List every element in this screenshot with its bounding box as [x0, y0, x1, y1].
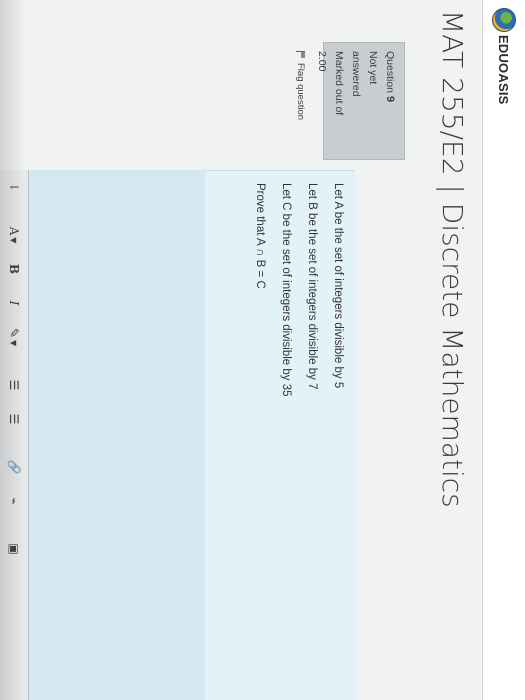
top-header-bar: EDUOASIS [482, 0, 525, 700]
bullet-list-icon: ☰ [7, 379, 21, 391]
editor-toolbar: ⇂ A ▼ B I ✎ ▼ ☰ ☰ 🔗 ⌁ ▣ [0, 170, 29, 700]
pen-icon: ✎ [7, 327, 21, 338]
answer-text-area[interactable] [29, 170, 205, 700]
toolbar-toggle-icon: ⇂ [7, 181, 21, 193]
bold-button[interactable]: B [3, 258, 25, 280]
chevron-down-icon: ▼ [9, 339, 19, 347]
image-button[interactable]: ▣ [3, 538, 25, 560]
question-line: Let A be the set of integers divisible b… [332, 183, 344, 389]
image-icon: ▣ [7, 543, 21, 555]
brand-logo[interactable]: EDUOASIS [492, 8, 516, 105]
marks-value: 2.00 [316, 51, 328, 72]
question-line: Let B be the set of integers divisible b… [306, 183, 318, 390]
status-line-2: answered [350, 51, 362, 97]
flag-question-link[interactable]: Flag question [292, 51, 309, 151]
italic-button[interactable]: I [3, 292, 25, 314]
marked-out-of-label: Marked out of [333, 51, 345, 116]
italic-icon: I [7, 300, 21, 306]
flag-icon [296, 51, 305, 59]
unlink-icon: ⌁ [7, 497, 21, 505]
link-icon: 🔗 [7, 459, 21, 475]
unordered-list-button[interactable]: ☰ [3, 374, 25, 396]
ordered-list-button[interactable]: ☰ [3, 408, 25, 430]
question-info-box: Question 9 Not yet answered Marked out o… [295, 42, 405, 160]
font-style-icon: A [7, 226, 21, 236]
bold-icon: B [7, 263, 21, 275]
page-title: MAT 255/E2 | Discrete Mathematics [436, 10, 469, 508]
question-label: Question [384, 51, 396, 94]
chevron-down-icon: ▼ [9, 237, 19, 244]
answer-editor: ⇂ A ▼ B I ✎ ▼ ☰ ☰ 🔗 ⌁ ▣ [0, 170, 205, 700]
eduoasis-logo-icon [492, 8, 516, 32]
logo-text: EDUOASIS [496, 35, 512, 105]
toolbar-toggle-button[interactable]: ⇂ [3, 176, 25, 198]
highlight-button[interactable]: ✎ ▼ [3, 326, 25, 348]
link-button[interactable]: 🔗 [3, 456, 25, 478]
flag-question-label: Flag question [295, 63, 306, 121]
question-number: 9 [384, 95, 396, 103]
question-line: Prove that A ∩ B = C [254, 183, 266, 289]
numbered-list-icon: ☰ [7, 413, 21, 425]
question-number-line: Question 9 [381, 51, 398, 151]
page: EDUOASIS MAT 255/E2 | Discrete Mathemati… [0, 0, 525, 700]
unlink-button[interactable]: ⌁ [3, 490, 25, 512]
question-text-box: Let A be the set of integers divisible b… [205, 170, 355, 700]
question-line: Let C be the set of integers divisible b… [280, 183, 292, 397]
status-line-1: Not yet [367, 51, 379, 85]
paragraph-style-button[interactable]: A ▼ [3, 224, 25, 246]
